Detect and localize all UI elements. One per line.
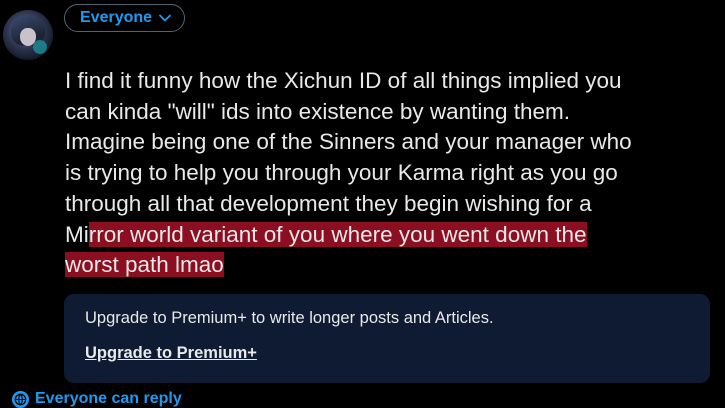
- avatar[interactable]: [3, 10, 53, 60]
- over-limit-highlight: worst path lmao: [65, 252, 224, 278]
- post-text-editor[interactable]: I find it funny how the Xichun ID of all…: [65, 66, 715, 281]
- premium-upsell-card: Upgrade to Premium+ to write longer post…: [64, 294, 710, 383]
- audience-label: Everyone: [80, 9, 153, 26]
- avatar-accent: [33, 40, 47, 54]
- audience-selector-button[interactable]: Everyone: [64, 4, 186, 32]
- reply-setting-label: Everyone can reply: [35, 390, 182, 407]
- post-text-normal: Mi: [65, 221, 89, 247]
- upsell-message: Upgrade to Premium+ to write longer post…: [85, 309, 494, 327]
- upgrade-premium-link[interactable]: Upgrade to Premium+: [85, 344, 257, 363]
- post-text-line: Imagine being one of the Sinners and you…: [65, 129, 632, 155]
- post-text-line: Mirror world variant of you where you we…: [65, 220, 715, 251]
- globe-icon: [12, 390, 29, 408]
- over-limit-highlight: rror world variant of you where you went…: [88, 221, 587, 247]
- reply-setting-button[interactable]: Everyone can reply: [12, 390, 182, 408]
- post-text-line: through all that development they begin …: [65, 190, 592, 216]
- post-text-line: worst path lmao: [65, 250, 715, 281]
- post-text-line: is trying to help you through your Karma…: [65, 160, 618, 186]
- post-text-line: I find it funny how the Xichun ID of all…: [65, 68, 622, 93]
- post-text-line: can kinda "will" ids into existence by w…: [65, 98, 570, 124]
- chevron-down-icon: [159, 14, 171, 22]
